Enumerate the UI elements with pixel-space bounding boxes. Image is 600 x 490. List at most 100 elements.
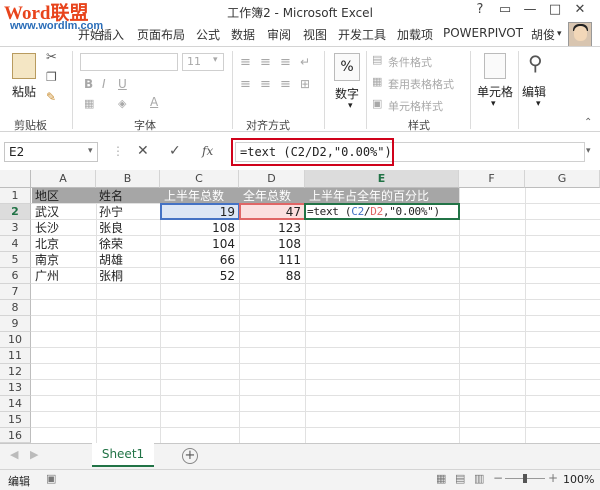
row-header[interactable]: 14 [0,396,31,412]
page-layout-view-icon[interactable]: ▤ [455,472,465,485]
minimize-button[interactable]: — [518,0,542,22]
font-color-button[interactable]: A [150,95,158,109]
page-break-view-icon[interactable]: ▥ [474,472,484,485]
tab-developer[interactable]: 开发工具 [338,26,386,43]
table-format-icon[interactable]: ▦ [372,75,382,88]
collapse-ribbon-icon[interactable]: ⌃ [584,117,592,128]
cell-d1[interactable]: 全年总数 [241,188,305,204]
tab-powerpivot[interactable]: POWERPIVOT [443,26,523,40]
zoom-in-icon[interactable]: + [548,471,558,485]
row-header[interactable]: 9 [0,316,31,332]
align-middle-icon[interactable]: ≡ [260,55,271,70]
row-header[interactable]: 8 [0,300,31,316]
table-format-button[interactable]: 套用表格格式 [388,76,454,92]
tab-view[interactable]: 视图 [303,26,327,43]
border-icon[interactable]: ▦ [84,97,94,110]
zoom-slider-thumb[interactable] [523,474,527,483]
italic-button[interactable]: I [102,77,106,91]
cell-b2[interactable]: 孙宁 [97,204,125,220]
cells-button[interactable]: 单元格 [477,83,513,100]
help-button[interactable]: ? [468,0,492,22]
row-header[interactable]: 15 [0,412,31,428]
cell-d4[interactable]: 108 [241,236,303,252]
close-button[interactable]: ✕ [568,0,592,22]
wrap-text-icon[interactable]: ↵ [300,55,310,69]
align-right-icon[interactable]: ≡ [280,77,291,92]
name-box-dropdown-icon[interactable]: ▾ [88,146,93,156]
zoom-level[interactable]: 100% [563,473,594,486]
find-binoculars-icon[interactable]: ⚲ [528,51,543,75]
prev-sheet-icon[interactable]: ◀ [10,448,18,461]
cell-d3[interactable]: 123 [241,220,303,236]
sheet-tab-sheet1[interactable]: Sheet1 [92,443,154,467]
cell-b5[interactable]: 胡雄 [97,252,125,268]
tab-page-layout[interactable]: 页面布局 [137,26,185,43]
cell-c3[interactable]: 108 [162,220,237,236]
new-sheet-button[interactable]: + [182,448,198,464]
row-header[interactable]: 13 [0,380,31,396]
row-header[interactable]: 10 [0,332,31,348]
tab-data[interactable]: 数据 [231,26,255,43]
align-left-icon[interactable]: ≡ [240,77,251,92]
font-name-combo[interactable] [80,53,178,71]
column-header-e[interactable]: E [305,170,459,188]
cell-a5[interactable]: 南京 [33,252,61,268]
cell-c6[interactable]: 52 [162,268,237,284]
name-box[interactable]: E2 [4,142,98,162]
row-header[interactable]: 6 [0,268,31,284]
column-header-a[interactable]: A [31,170,96,188]
number-format-button[interactable]: 数字 [335,85,359,102]
cell-d6[interactable]: 88 [241,268,303,284]
row-header[interactable]: 4 [0,236,31,252]
enter-check-icon[interactable]: ✓ [169,143,181,159]
cell-a4[interactable]: 北京 [33,236,61,252]
cell-a3[interactable]: 长沙 [33,220,61,236]
row-header[interactable]: 1 [0,188,31,204]
cell-b1[interactable]: 姓名 [97,188,159,204]
cell-b6[interactable]: 张桐 [97,268,125,284]
cell-styles-button[interactable]: 单元格样式 [388,98,443,114]
row-header[interactable]: 16 [0,428,31,443]
column-header-g[interactable]: G [525,170,600,188]
underline-button[interactable]: U [118,77,127,91]
cell-e1[interactable]: 上半年占全年的百分比 [307,188,459,204]
user-avatar[interactable] [568,22,592,48]
cancel-icon[interactable]: ✕ [137,143,149,159]
cell-d2[interactable]: 47 [241,204,303,220]
fill-color-icon[interactable]: ◈ [118,97,126,110]
cell-c2[interactable]: 19 [162,204,237,220]
percent-style-button[interactable]: % [334,53,360,81]
bold-button[interactable]: B [84,77,93,91]
cell-a1[interactable]: 地区 [33,188,95,204]
row-header[interactable]: 12 [0,364,31,380]
cell-a6[interactable]: 广州 [33,268,61,284]
cell-a2[interactable]: 武汉 [33,204,61,220]
column-header-c[interactable]: C [160,170,239,188]
cell-b4[interactable]: 徐荣 [97,236,125,252]
ribbon-display-button[interactable]: ▭ [493,0,517,22]
maximize-button[interactable]: □ [543,0,567,22]
column-header-b[interactable]: B [96,170,160,188]
user-name[interactable]: 胡俊 [531,26,555,43]
editing-button[interactable]: 编辑 [522,83,546,100]
zoom-out-icon[interactable]: − [493,471,503,485]
next-sheet-icon[interactable]: ▶ [30,448,38,461]
conditional-format-button[interactable]: 条件格式 [388,54,432,70]
cells-dropdown-icon[interactable]: ▾ [491,99,496,109]
column-header-d[interactable]: D [239,170,305,188]
cell-c5[interactable]: 66 [162,252,237,268]
copy-icon[interactable]: ❐ [46,70,57,84]
editing-dropdown-icon[interactable]: ▾ [536,99,541,109]
cell-styles-icon[interactable]: ▣ [372,97,382,110]
font-size-combo[interactable]: 11 ▾ [182,53,224,71]
select-all-button[interactable] [0,170,31,188]
insert-function-button[interactable]: fx [202,144,213,158]
cells-icon[interactable] [484,53,506,79]
normal-view-icon[interactable]: ▦ [436,472,446,485]
paste-button[interactable]: 粘贴 [12,83,36,100]
row-header[interactable]: 5 [0,252,31,268]
tab-review[interactable]: 审阅 [267,26,291,43]
align-bottom-icon[interactable]: ≡ [280,55,291,70]
user-dropdown-icon[interactable]: ▾ [557,29,562,39]
row-header[interactable]: 2 [0,204,31,220]
